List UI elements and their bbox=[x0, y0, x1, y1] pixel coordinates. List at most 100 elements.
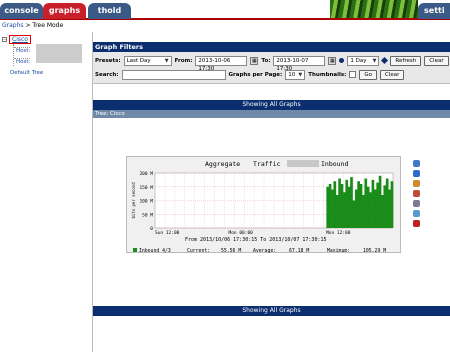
x-tick-label: Mon 12:00 bbox=[326, 230, 351, 236]
y-tick-label: 100 M bbox=[139, 199, 153, 205]
collapse-icon[interactable]: − bbox=[2, 37, 7, 42]
y-tick-label: 50 M bbox=[142, 212, 153, 218]
graph-filters-panel: Presets: Last Day ▼ From: 2013-10-06 17:3… bbox=[93, 52, 450, 84]
banner-image bbox=[330, 0, 418, 18]
calendar-icon[interactable]: ▦ bbox=[250, 56, 259, 65]
timespan-value: 1 Day bbox=[350, 57, 367, 64]
shift-right-icon[interactable] bbox=[381, 56, 389, 65]
tab-settings[interactable]: setti bbox=[418, 3, 450, 19]
tree-root-label[interactable]: Cisco bbox=[9, 35, 31, 44]
series-bar bbox=[385, 178, 389, 228]
top-navigation: console graphs thold setti bbox=[0, 0, 450, 20]
series-bar bbox=[364, 178, 368, 228]
series-bar bbox=[347, 186, 351, 228]
chart-title-right: Inbound bbox=[321, 160, 348, 168]
chart-title-mid: Traffic bbox=[253, 160, 280, 168]
series-bar bbox=[354, 189, 358, 228]
calendar-icon[interactable]: ▦ bbox=[328, 56, 337, 65]
breadcrumb: Graphs > Tree Mode bbox=[2, 22, 63, 29]
legend-current-label: Current: bbox=[187, 248, 210, 254]
spike-kill-icon[interactable] bbox=[413, 210, 420, 217]
chevron-down-icon: ▼ bbox=[298, 71, 303, 78]
filter-row-time: Presets: Last Day ▼ From: 2013-10-06 17:3… bbox=[95, 55, 449, 72]
breadcrumb-separator: > bbox=[25, 22, 31, 29]
refresh-button[interactable]: Refresh bbox=[390, 55, 422, 66]
series-bar bbox=[357, 181, 360, 228]
clear-button[interactable]: Clear bbox=[424, 55, 449, 66]
series-bar bbox=[352, 200, 356, 228]
csv-export-icon[interactable] bbox=[413, 190, 420, 197]
tree-host-item[interactable]: Host: bbox=[14, 58, 31, 65]
series-bar bbox=[376, 182, 380, 228]
series-bar bbox=[350, 177, 353, 228]
breadcrumb-graphs-link[interactable]: Graphs bbox=[2, 22, 24, 29]
legend-swatch bbox=[133, 248, 137, 252]
legend-current-value: 55.56 M bbox=[221, 248, 241, 254]
series-bar bbox=[369, 192, 372, 228]
chevron-down-icon: ▼ bbox=[164, 57, 169, 64]
thumbnails-checkbox[interactable] bbox=[349, 71, 357, 78]
presets-select[interactable]: Last Day ▼ bbox=[123, 55, 172, 66]
y-tick-label: 0 bbox=[150, 226, 153, 232]
notes-icon[interactable] bbox=[413, 200, 420, 207]
chart-title-left: Aggregate bbox=[205, 160, 240, 168]
graph-filters-header: Graph Filters bbox=[93, 42, 450, 52]
presets-label: Presets: bbox=[95, 57, 121, 64]
series-bar bbox=[335, 195, 339, 228]
from-date-input[interactable]: 2013-10-06 17:30 bbox=[195, 55, 248, 72]
series-bar bbox=[383, 185, 387, 228]
series-bar bbox=[331, 189, 334, 228]
filter-row-search: Search: Graphs per Page: 10 ▼ Thumbnails:… bbox=[95, 69, 405, 80]
y-axis-label: bits per second bbox=[131, 182, 136, 219]
legend-average-value: 67.18 M bbox=[289, 248, 309, 254]
series-bar bbox=[343, 192, 346, 228]
y-tick-label: 200 M bbox=[139, 171, 153, 177]
legend-average-label: Average: bbox=[253, 248, 276, 254]
graphs-per-page-value: 10 bbox=[288, 71, 296, 78]
thumbnails-label: Thumbnails: bbox=[308, 71, 347, 78]
graph-action-icons bbox=[413, 160, 423, 230]
showing-all-graphs-header: Showing All Graphs bbox=[93, 100, 450, 110]
timespan-select[interactable]: 1 Day ▼ bbox=[347, 55, 380, 66]
redacted-title bbox=[287, 160, 319, 167]
series-bar bbox=[359, 184, 363, 228]
presets-value: Last Day bbox=[126, 57, 151, 64]
legend-maximum-value: 105.29 M bbox=[363, 248, 386, 254]
main-content: Graph Filters Presets: Last Day ▼ From: 2… bbox=[93, 42, 450, 352]
delete-icon[interactable] bbox=[413, 220, 420, 227]
series-bar bbox=[362, 195, 365, 228]
zoom-icon[interactable] bbox=[413, 160, 420, 167]
clear-search-button[interactable]: Clear bbox=[380, 69, 405, 80]
tab-graphs[interactable]: graphs bbox=[43, 3, 86, 19]
series-bar bbox=[366, 186, 370, 228]
series-bar bbox=[328, 184, 332, 228]
series-bar bbox=[390, 181, 394, 228]
series-bar bbox=[381, 195, 384, 228]
x-tick-label: Sun 12:00 bbox=[155, 230, 180, 236]
shift-left-icon[interactable] bbox=[339, 58, 345, 63]
graphs-per-page-select[interactable]: 10 ▼ bbox=[285, 69, 306, 80]
series-bar bbox=[373, 189, 377, 228]
series-bar bbox=[326, 186, 330, 228]
x-tick-label: Mon 00:00 bbox=[228, 230, 253, 236]
graphs-per-page-label: Graphs per Page: bbox=[228, 71, 283, 78]
edit-icon[interactable] bbox=[413, 180, 420, 187]
default-tree-link[interactable]: Default Tree bbox=[10, 70, 43, 76]
tab-console[interactable]: console bbox=[0, 3, 43, 19]
series-bar bbox=[340, 184, 344, 228]
aggregate-traffic-graph[interactable]: Aggregate Traffic Inbound 200 M 150 M 100 M 50… bbox=[126, 156, 401, 254]
graph-tree-panel: − Cisco Host: Host: Default Tree bbox=[0, 32, 92, 352]
go-button[interactable]: Go bbox=[359, 69, 378, 80]
series-bar bbox=[388, 189, 391, 228]
tree-host-item[interactable]: Host: bbox=[14, 47, 31, 54]
time-graph-icon[interactable] bbox=[413, 170, 420, 177]
tree-root[interactable]: − Cisco bbox=[2, 35, 31, 44]
tree-title-bar: Tree: Cisco bbox=[93, 110, 450, 118]
tab-thold[interactable]: thold bbox=[88, 3, 131, 19]
y-tick-label: 150 M bbox=[139, 185, 153, 191]
search-input[interactable] bbox=[121, 69, 226, 80]
traffic-chart: Aggregate Traffic Inbound 200 M 150 M 100 M 50… bbox=[131, 160, 394, 254]
search-label: Search: bbox=[95, 71, 119, 78]
to-date-input[interactable]: 2013-10-07 17:30 bbox=[273, 55, 326, 72]
series-bar bbox=[333, 181, 337, 228]
